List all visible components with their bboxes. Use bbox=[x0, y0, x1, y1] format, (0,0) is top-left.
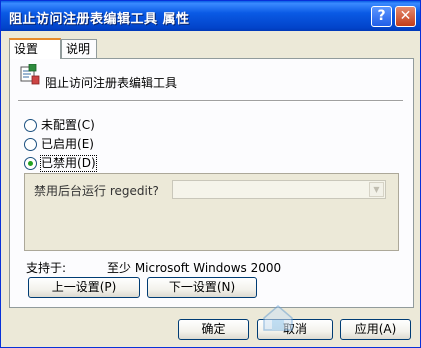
radio-circle-selected[interactable] bbox=[24, 157, 37, 170]
title-bar[interactable]: 阻止访问注册表编辑工具 属性 ? ✕ bbox=[1, 1, 420, 31]
separator bbox=[18, 100, 403, 102]
radio-disabled[interactable]: 已禁用(D) bbox=[24, 155, 104, 172]
radio-disabled-label: 已禁用(D) bbox=[40, 155, 97, 172]
radio-not-configured-label: 未配置(C) bbox=[41, 118, 95, 132]
radio-circle[interactable] bbox=[24, 119, 37, 132]
policy-name: 阻止访问注册表编辑工具 bbox=[45, 76, 178, 90]
apply-button[interactable]: 应用(A) bbox=[340, 319, 411, 340]
radio-enabled[interactable]: 已启用(E) bbox=[24, 137, 104, 153]
tab-settings[interactable]: 设置 bbox=[9, 38, 61, 59]
radio-enabled-label: 已启用(E) bbox=[41, 137, 94, 151]
options-label: 禁用后台运行 regedit? bbox=[34, 184, 159, 198]
supports-value: 至少 Microsoft Windows 2000 bbox=[107, 261, 282, 275]
supports-label: 支持于: bbox=[26, 261, 67, 275]
chevron-down-icon[interactable]: ▼ bbox=[369, 182, 384, 197]
regedit-option-dropdown[interactable]: ▼ bbox=[172, 180, 386, 199]
window-title: 阻止访问注册表编辑工具 属性 bbox=[9, 12, 190, 27]
cancel-button[interactable]: 取消 bbox=[257, 319, 333, 340]
ok-button[interactable]: 确定 bbox=[178, 319, 249, 340]
radio-not-configured[interactable]: 未配置(C) bbox=[24, 118, 104, 134]
help-button[interactable]: ? bbox=[371, 6, 392, 27]
close-button[interactable]: ✕ bbox=[395, 6, 416, 27]
tab-explain[interactable]: 说明 bbox=[61, 39, 97, 58]
radio-circle[interactable] bbox=[24, 138, 37, 151]
properties-dialog: 阻止访问注册表编辑工具 属性 ? ✕ 设置 说明 阻止访问注册表编辑工具 未配置… bbox=[0, 0, 421, 348]
next-setting-button[interactable]: 下一设置(N) bbox=[147, 277, 257, 298]
previous-setting-button[interactable]: 上一设置(P) bbox=[28, 277, 140, 298]
group-policy-setting-icon bbox=[20, 64, 40, 85]
